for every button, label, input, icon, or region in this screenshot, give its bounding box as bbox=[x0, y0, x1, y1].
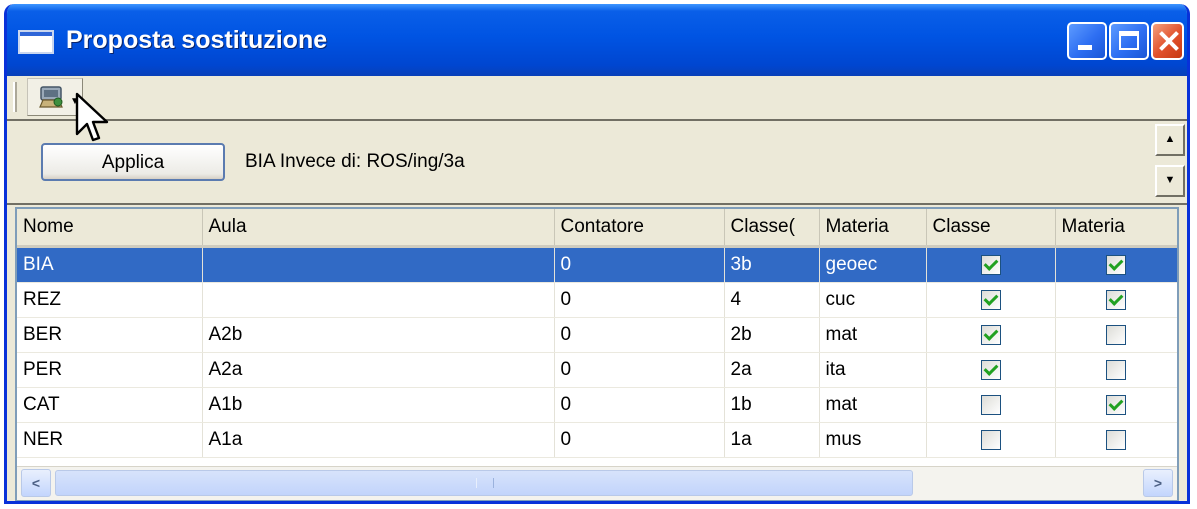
cell-contatore[interactable]: 0 bbox=[554, 422, 725, 458]
scroll-down-button[interactable]: ▼ bbox=[1155, 165, 1185, 197]
toolbar-grip[interactable] bbox=[13, 82, 17, 112]
column-header-materia-check[interactable]: Materia bbox=[1055, 209, 1177, 248]
cell-aula[interactable] bbox=[202, 282, 555, 318]
cell-contatore[interactable]: 0 bbox=[554, 387, 725, 423]
substitutes-table: Nome Aula Contatore Classe( Materia Clas… bbox=[17, 209, 1177, 458]
cell-materia-chk bbox=[1055, 387, 1177, 423]
cell-contatore[interactable]: 0 bbox=[554, 282, 725, 318]
materia-checkbox[interactable] bbox=[1106, 254, 1126, 275]
cell-aula[interactable]: A2a bbox=[202, 352, 555, 388]
cell-classe-chk bbox=[926, 282, 1056, 318]
cell-classe-chk bbox=[926, 387, 1056, 423]
materia-checkbox[interactable] bbox=[1106, 289, 1126, 310]
cell-materia-chk bbox=[1055, 246, 1177, 283]
scroll-right-button[interactable]: > bbox=[1143, 469, 1173, 497]
cell-nome[interactable]: BER bbox=[17, 317, 203, 353]
classe-checkbox[interactable] bbox=[980, 254, 1001, 275]
cell-classe-orig[interactable]: 2b bbox=[724, 317, 820, 353]
cell-materia[interactable]: mus bbox=[819, 422, 927, 458]
cell-contatore[interactable]: 0 bbox=[554, 317, 725, 353]
cell-contatore[interactable]: 0 bbox=[554, 352, 725, 388]
materia-checkbox[interactable] bbox=[1106, 359, 1126, 380]
toolbar: ▼ bbox=[7, 76, 1187, 119]
window-title: Proposta sostituzione bbox=[66, 26, 328, 54]
cell-materia[interactable]: mat bbox=[819, 387, 927, 423]
cell-materia[interactable]: cuc bbox=[819, 282, 927, 318]
cell-nome[interactable]: CAT bbox=[17, 387, 203, 423]
cell-contatore[interactable]: 0 bbox=[554, 246, 725, 283]
table-row[interactable]: BIA 0 3b geoec bbox=[17, 246, 1177, 283]
cell-classe-chk bbox=[926, 352, 1056, 388]
cell-materia-chk bbox=[1055, 282, 1177, 318]
materia-checkbox[interactable] bbox=[1106, 324, 1126, 345]
window-icon bbox=[18, 30, 54, 54]
cell-nome[interactable]: PER bbox=[17, 352, 203, 388]
horizontal-scrollbar[interactable]: < > bbox=[17, 466, 1177, 500]
cell-aula[interactable] bbox=[202, 246, 555, 283]
substitutes-grid: Nome Aula Contatore Classe( Materia Clas… bbox=[15, 207, 1179, 501]
cell-classe-chk bbox=[926, 422, 1056, 458]
cell-aula[interactable]: A2b bbox=[202, 317, 555, 353]
cell-nome[interactable]: BIA bbox=[17, 246, 203, 283]
materia-checkbox[interactable] bbox=[1106, 394, 1126, 415]
cell-materia[interactable]: mat bbox=[819, 317, 927, 353]
column-header-nome[interactable]: Nome bbox=[17, 209, 203, 248]
thumb-grip bbox=[476, 478, 494, 488]
cell-aula[interactable]: A1b bbox=[202, 387, 555, 423]
table-row[interactable]: CAT A1b 0 1b mat bbox=[17, 387, 1177, 423]
minimize-button[interactable] bbox=[1067, 22, 1107, 60]
cell-classe-orig[interactable]: 4 bbox=[724, 282, 820, 318]
classe-checkbox[interactable] bbox=[980, 429, 1001, 450]
mouse-pointer-icon bbox=[75, 92, 109, 142]
cell-materia-chk bbox=[1055, 317, 1177, 353]
cell-materia[interactable]: ita bbox=[819, 352, 927, 388]
grid-body: BIA 0 3b geoec REZ 0 4 cuc BER A2b 0 2b mat PER A2a 0 2a… bbox=[17, 246, 1177, 458]
classe-checkbox[interactable] bbox=[980, 394, 1001, 415]
cell-nome[interactable]: REZ bbox=[17, 282, 203, 318]
classe-checkbox[interactable] bbox=[980, 289, 1001, 310]
cell-aula[interactable]: A1a bbox=[202, 422, 555, 458]
table-row[interactable]: PER A2a 0 2a ita bbox=[17, 352, 1177, 388]
cell-materia[interactable]: geoec bbox=[819, 246, 927, 283]
dialog-window: Proposta sostituzione ▼ Applica BIA Inve… bbox=[4, 4, 1190, 504]
classe-checkbox[interactable] bbox=[980, 359, 1001, 380]
cell-classe-orig[interactable]: 3b bbox=[724, 246, 820, 283]
header-row: Nome Aula Contatore Classe( Materia Clas… bbox=[17, 209, 1177, 248]
column-header-classe[interactable]: Classe bbox=[926, 209, 1056, 248]
cell-materia-chk bbox=[1055, 422, 1177, 458]
cell-classe-chk bbox=[926, 317, 1056, 353]
cell-classe-orig[interactable]: 1b bbox=[724, 387, 820, 423]
table-row[interactable]: REZ 0 4 cuc bbox=[17, 282, 1177, 318]
scroll-left-button[interactable]: < bbox=[21, 469, 51, 497]
classe-checkbox[interactable] bbox=[980, 324, 1001, 345]
cell-classe-orig[interactable]: 1a bbox=[724, 422, 820, 458]
applica-button[interactable]: Applica bbox=[41, 143, 225, 181]
scroll-thumb[interactable] bbox=[55, 470, 913, 496]
cell-materia-chk bbox=[1055, 352, 1177, 388]
cell-classe-chk bbox=[926, 246, 1056, 283]
substitution-info: BIA Invece di: ROS/ing/3a bbox=[245, 151, 465, 172]
column-header-aula[interactable]: Aula bbox=[202, 209, 555, 248]
scroll-up-button[interactable]: ▲ bbox=[1155, 124, 1185, 156]
action-panel: Applica BIA Invece di: ROS/ing/3a ▲ ▼ bbox=[7, 119, 1187, 205]
column-header-contatore[interactable]: Contatore bbox=[554, 209, 725, 248]
title-bar[interactable]: Proposta sostituzione bbox=[7, 4, 1187, 76]
cell-classe-orig[interactable]: 2a bbox=[724, 352, 820, 388]
table-row[interactable]: BER A2b 0 2b mat bbox=[17, 317, 1177, 353]
materia-checkbox[interactable] bbox=[1106, 429, 1126, 450]
table-row[interactable]: NER A1a 0 1a mus bbox=[17, 422, 1177, 458]
column-header-classe-orig[interactable]: Classe( bbox=[724, 209, 820, 248]
close-button[interactable] bbox=[1151, 22, 1184, 60]
column-header-materia[interactable]: Materia bbox=[819, 209, 927, 248]
cell-nome[interactable]: NER bbox=[17, 422, 203, 458]
assign-teacher-icon bbox=[39, 86, 63, 108]
maximize-button[interactable] bbox=[1109, 22, 1149, 60]
